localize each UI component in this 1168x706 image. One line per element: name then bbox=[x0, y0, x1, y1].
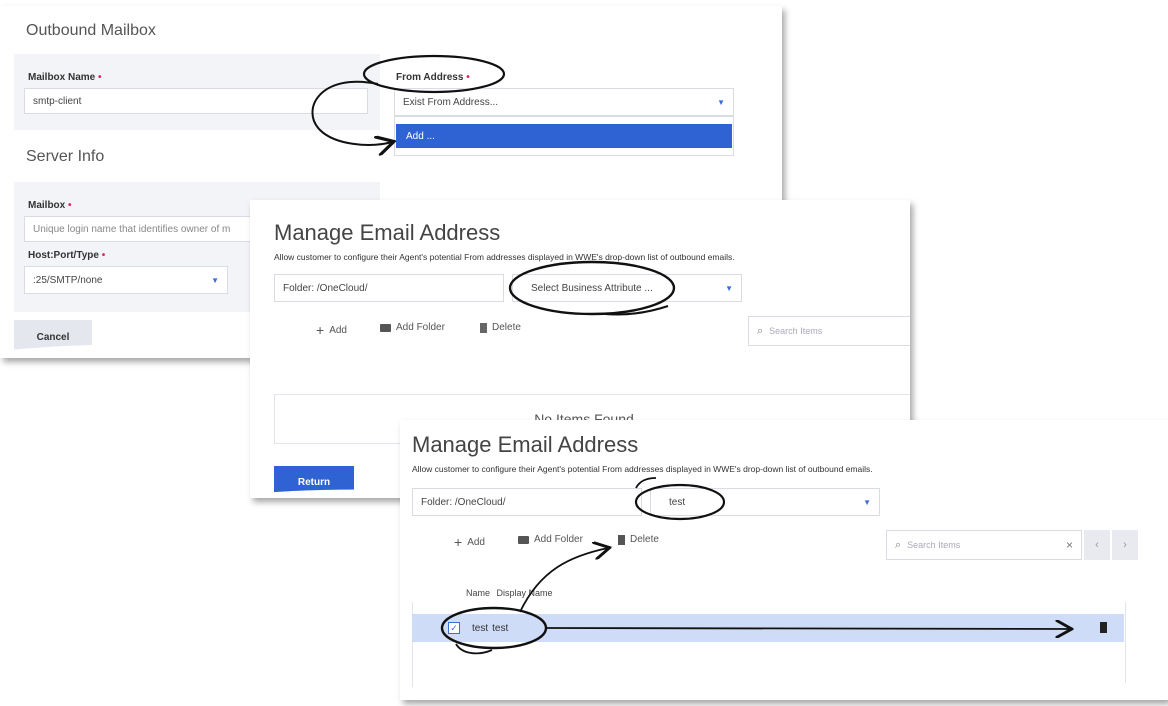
row-name: test bbox=[472, 622, 489, 634]
business-attribute-select[interactable]: Select Business Attribute ... ▼ bbox=[512, 274, 742, 302]
required-mark: • bbox=[466, 72, 470, 83]
add-button[interactable]: + Add bbox=[316, 322, 347, 338]
section-title-server-info: Server Info bbox=[26, 148, 105, 165]
host-port-type-label: Host:Port/Type • bbox=[28, 250, 106, 261]
plus-icon: + bbox=[316, 322, 325, 338]
search-icon: ⌕ bbox=[757, 324, 764, 337]
folder-icon bbox=[518, 535, 529, 544]
folder-field: Folder: /OneCloud/ bbox=[412, 488, 642, 516]
delete-button[interactable]: Delete bbox=[480, 322, 521, 333]
return-button[interactable]: Return bbox=[274, 466, 354, 498]
trash-icon bbox=[618, 534, 625, 545]
folder-field: Folder: /OneCloud/ bbox=[274, 274, 504, 302]
delete-button[interactable]: Delete bbox=[618, 534, 659, 545]
from-address-select[interactable]: Exist From Address... ▼ bbox=[394, 88, 734, 116]
plus-icon: + bbox=[454, 534, 463, 550]
page-description: Allow customer to configure their Agent'… bbox=[412, 464, 873, 474]
column-header-display-name: Display Name bbox=[496, 588, 553, 598]
pager-next-button[interactable]: › bbox=[1112, 530, 1138, 560]
dropdown-option-add[interactable]: Add ... bbox=[396, 124, 732, 148]
section-title-outbound-mailbox: Outbound Mailbox bbox=[26, 22, 156, 39]
chevron-down-icon: ▼ bbox=[863, 497, 871, 507]
required-mark: • bbox=[101, 250, 106, 261]
required-mark: • bbox=[68, 200, 72, 211]
mailbox-name-input[interactable]: smtp-client bbox=[24, 88, 368, 114]
row-display-name: test bbox=[492, 622, 509, 634]
chevron-down-icon: ▼ bbox=[211, 275, 219, 285]
business-attribute-select[interactable]: test ▼ bbox=[650, 488, 880, 516]
folder-icon bbox=[380, 323, 391, 332]
from-address-dropdown: Add ... bbox=[394, 116, 734, 156]
from-address-label: From Address • bbox=[396, 72, 470, 83]
add-button[interactable]: + Add bbox=[454, 534, 485, 550]
page-title: Manage Email Address bbox=[412, 432, 639, 457]
mailbox-label: Mailbox • bbox=[28, 200, 72, 211]
manage-email-panel-with-item: Manage Email Address Allow customer to c… bbox=[400, 420, 1168, 700]
search-input[interactable]: ⌕ Search Items bbox=[748, 316, 910, 346]
page-description: Allow customer to configure their Agent'… bbox=[274, 252, 735, 262]
cancel-button[interactable]: Cancel bbox=[14, 320, 92, 354]
clear-icon[interactable]: × bbox=[1066, 538, 1073, 552]
mailbox-name-label: Mailbox Name • bbox=[28, 72, 102, 83]
add-folder-button[interactable]: Add Folder bbox=[518, 534, 583, 545]
page-title: Manage Email Address bbox=[274, 220, 501, 245]
table-header: Name Display Name bbox=[466, 588, 553, 598]
column-header-name: Name bbox=[466, 588, 491, 598]
chevron-down-icon: ▼ bbox=[717, 97, 725, 107]
trash-row-icon[interactable] bbox=[1100, 622, 1107, 633]
checkbox-icon[interactable]: ✓ bbox=[448, 622, 460, 634]
host-port-type-select[interactable]: :25/SMTP/none ▼ bbox=[24, 266, 228, 294]
search-icon: ⌕ bbox=[895, 538, 902, 551]
pager-prev-button[interactable]: ‹ bbox=[1084, 530, 1110, 560]
search-input[interactable]: ⌕ Search Items × bbox=[886, 530, 1082, 560]
chevron-down-icon: ▼ bbox=[725, 283, 733, 293]
required-mark: • bbox=[98, 72, 102, 83]
trash-icon bbox=[480, 322, 487, 333]
add-folder-button[interactable]: Add Folder bbox=[380, 322, 445, 333]
table-row[interactable]: ✓ test test bbox=[412, 614, 1124, 642]
